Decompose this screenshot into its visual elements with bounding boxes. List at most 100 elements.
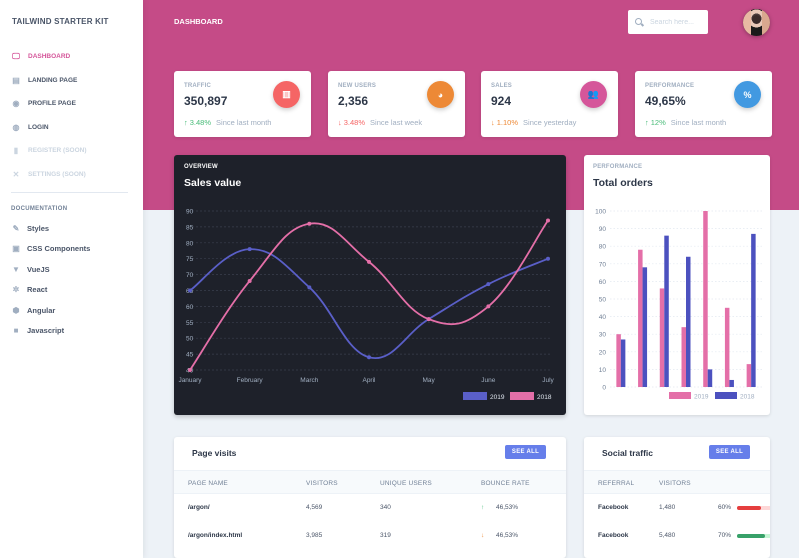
table-header: PAGE NAME VISITORS UNIQUE USERS BOUNCE R… bbox=[174, 470, 566, 494]
bar-2018[interactable] bbox=[642, 267, 648, 387]
sidebar-item-login[interactable]: ◍ LOGIN bbox=[0, 116, 143, 140]
documentation-nav: ✎ Styles ▣ CSS Components ▼ VueJS ✲ React ⬢ Angul… bbox=[0, 218, 143, 341]
legend-label[interactable]: 2018 bbox=[537, 394, 552, 401]
stat-value: 350,897 bbox=[184, 94, 228, 108]
sidebar: TAILWIND STARTER KIT 🖵 DASHBOARD ▤ LANDING … bbox=[0, 0, 143, 558]
doc-link-vuejs[interactable]: ▼ VueJS bbox=[0, 259, 143, 280]
stat-note: Since last week bbox=[370, 118, 423, 127]
search-box[interactable] bbox=[628, 10, 708, 34]
user-avatar[interactable] bbox=[743, 9, 770, 36]
doc-link-react[interactable]: ✲ React bbox=[0, 280, 143, 301]
page-name-cell[interactable]: /argon/index.html bbox=[188, 532, 242, 539]
data-point-2019[interactable] bbox=[307, 285, 312, 290]
data-point-2018[interactable] bbox=[426, 317, 431, 322]
y-tick-label: 90 bbox=[186, 209, 194, 216]
see-all-button[interactable]: SEE ALL bbox=[505, 445, 546, 459]
sidebar-item-label: LOGIN bbox=[28, 123, 49, 131]
bar-2018[interactable] bbox=[620, 339, 626, 387]
sidebar-item-landing-page[interactable]: ▤ LANDING PAGE bbox=[0, 69, 143, 93]
total-orders-card: PERFORMANCE Total orders 0 10 20 30 40 50 60 70… bbox=[584, 155, 770, 415]
arrow-down-icon: ↓ bbox=[481, 532, 485, 539]
column-header: VISITORS bbox=[659, 480, 691, 487]
doc-link-label: Styles bbox=[27, 223, 50, 233]
y-tick-label: 60 bbox=[186, 304, 194, 311]
data-point-2018[interactable] bbox=[307, 221, 312, 226]
x-tick-label: April bbox=[362, 377, 376, 384]
progress-bar bbox=[737, 534, 770, 538]
fingerprint-icon: ◍ bbox=[12, 122, 20, 132]
bar-2018[interactable] bbox=[751, 233, 756, 387]
tools-icon: ✕ bbox=[12, 169, 20, 179]
css3-icon: ▣ bbox=[12, 244, 20, 254]
stat-card-performance: PERFORMANCE 49,65%% ↑ 12% Since last month bbox=[635, 71, 772, 137]
stat-change: ↓ 3.48% bbox=[338, 118, 365, 127]
bar-2019[interactable] bbox=[724, 307, 730, 387]
sidebar-item-settings-soon[interactable]: ✕ SETTINGS (SOON) bbox=[0, 163, 143, 187]
bar-2019[interactable] bbox=[616, 334, 621, 387]
data-point-2019[interactable] bbox=[546, 256, 550, 261]
sidebar-item-profile-page[interactable]: ◉ PROFILE PAGE bbox=[0, 92, 143, 116]
sidebar-item-label: REGISTER (SOON) bbox=[28, 147, 87, 155]
data-point-2018[interactable] bbox=[247, 278, 252, 283]
bar-2019[interactable] bbox=[681, 327, 687, 387]
y-tick-label: 50 bbox=[186, 336, 194, 343]
bounce-rate-cell: 46,53% bbox=[496, 532, 519, 539]
social-traffic-card: Social traffic SEE ALL REFERRAL VISITORS… bbox=[584, 437, 770, 558]
table-row: Facebook 5,480 70% bbox=[584, 522, 770, 550]
page-name-cell[interactable]: /argon/ bbox=[188, 504, 210, 511]
page-title[interactable]: DASHBOARD bbox=[174, 17, 223, 26]
stat-change: ↓ 1.10% bbox=[491, 118, 518, 127]
legend-swatch-2019 bbox=[463, 392, 487, 400]
brand-title[interactable]: TAILWIND STARTER KIT bbox=[12, 17, 109, 26]
visitors-cell: 4,569 bbox=[306, 504, 323, 511]
bar-2019[interactable] bbox=[659, 288, 665, 387]
doc-link-label: CSS Components bbox=[27, 244, 91, 254]
clipboard-icon: ▮ bbox=[13, 146, 19, 156]
data-point-2019[interactable] bbox=[367, 355, 371, 360]
y-tick-label: 70 bbox=[599, 261, 607, 268]
legend-label[interactable]: 2019 bbox=[694, 394, 709, 401]
data-point-2018[interactable] bbox=[367, 259, 371, 264]
data-point-2019[interactable] bbox=[247, 247, 252, 252]
bar-2018[interactable] bbox=[729, 379, 734, 387]
see-all-button[interactable]: SEE ALL bbox=[709, 445, 750, 459]
stat-change-value: 3.48% bbox=[343, 118, 366, 127]
y-tick-label: 55 bbox=[186, 320, 194, 327]
data-point-2018[interactable] bbox=[188, 368, 192, 372]
legend-label[interactable]: 2018 bbox=[740, 394, 755, 401]
y-tick-label: 60 bbox=[599, 279, 607, 286]
stat-card-new-users: NEW USERS 2,356 ◕ ↓ 3.48% Since last week bbox=[328, 71, 465, 137]
legend-swatch-2019 bbox=[669, 392, 691, 399]
sidebar-item-dashboard[interactable]: 🖵 DASHBOARD bbox=[0, 45, 143, 69]
data-point-2018[interactable] bbox=[486, 304, 491, 309]
search-input[interactable] bbox=[650, 18, 705, 26]
data-point-2019[interactable] bbox=[486, 282, 491, 287]
doc-link-styles[interactable]: ✎ Styles bbox=[0, 218, 143, 239]
visitors-cell: 1,480 bbox=[659, 504, 676, 511]
doc-link-javascript[interactable]: ■ Javascript bbox=[0, 321, 143, 342]
card-title: Page visits bbox=[192, 448, 237, 458]
bar-2018[interactable] bbox=[664, 235, 669, 387]
data-point-2018[interactable] bbox=[546, 218, 550, 223]
stat-card-traffic: TRAFFIC 350,897 ▥ ↑ 3.48% Since last month bbox=[174, 71, 311, 137]
legend-label[interactable]: 2019 bbox=[490, 394, 505, 401]
y-tick-label: 40 bbox=[599, 314, 607, 321]
x-tick-label: March bbox=[300, 377, 318, 384]
y-tick-label: 85 bbox=[186, 224, 194, 231]
stat-footer: ↓ 3.48% Since last week bbox=[338, 118, 422, 127]
table-header: REFERRAL VISITORS bbox=[584, 470, 770, 494]
bar-2019[interactable] bbox=[746, 364, 752, 387]
x-tick-label: January bbox=[178, 377, 202, 384]
doc-link-css-components[interactable]: ▣ CSS Components bbox=[0, 239, 143, 260]
stat-note: Since yesterday bbox=[523, 118, 577, 127]
bar-2019[interactable] bbox=[638, 249, 643, 387]
bar-2018[interactable] bbox=[707, 369, 713, 387]
doc-link-angular[interactable]: ⬢ Angular bbox=[0, 300, 143, 321]
data-point-2019[interactable] bbox=[188, 288, 192, 293]
orders-bar-chart: 0 10 20 30 40 50 60 70 80 90 100 2019 2018 bbox=[595, 209, 762, 401]
doc-link-label: VueJS bbox=[27, 264, 50, 274]
bar-2018[interactable] bbox=[686, 256, 691, 387]
x-tick-label: May bbox=[423, 377, 436, 384]
bar-2019[interactable] bbox=[703, 211, 708, 387]
sidebar-item-register-soon[interactable]: ▮ REGISTER (SOON) bbox=[0, 139, 143, 163]
